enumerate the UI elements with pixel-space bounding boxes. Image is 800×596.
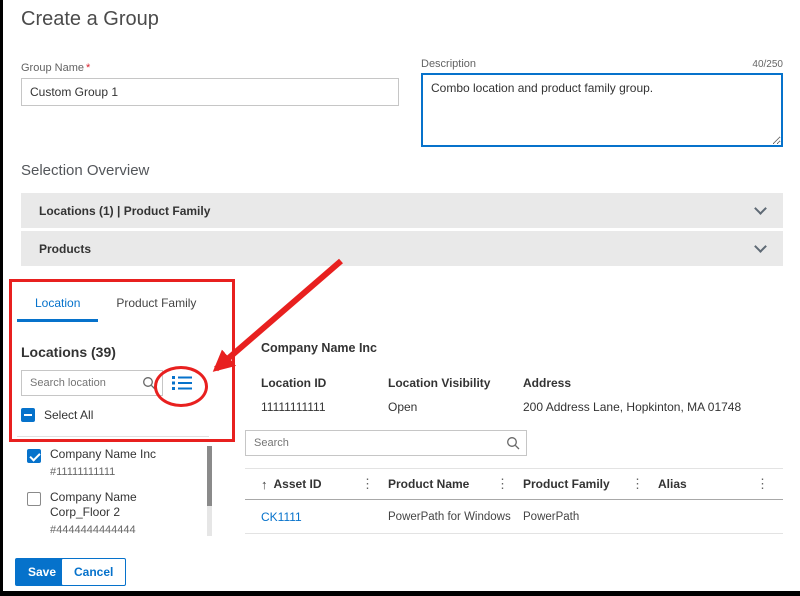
- detail-label: Location Visibility: [388, 376, 503, 390]
- kebab-menu-icon[interactable]: ⋮: [496, 476, 509, 492]
- required-asterisk: *: [86, 62, 90, 74]
- kebab-menu-icon[interactable]: ⋮: [631, 476, 644, 492]
- item-checkbox[interactable]: [27, 449, 41, 463]
- accordion-products-label: Products: [39, 242, 91, 256]
- sort-ascending-icon[interactable]: ↑: [261, 477, 268, 492]
- group-name-label: Group Name*: [21, 62, 399, 74]
- asset-id-link[interactable]: CK1111: [261, 510, 302, 524]
- detail-fields: Location ID 11111111111 Location Visibil…: [261, 376, 761, 414]
- asset-search-input[interactable]: [245, 430, 527, 456]
- item-name: Company Name Corp_Floor 2: [50, 490, 188, 521]
- detail-value: 11111111111: [261, 400, 368, 414]
- accordion-locations[interactable]: Locations (1) | Product Family: [21, 193, 783, 228]
- tab-location[interactable]: Location: [17, 288, 98, 322]
- column-label: Product Name: [388, 477, 469, 491]
- select-all-row[interactable]: Select All: [21, 408, 93, 422]
- list-view-button[interactable]: [167, 372, 197, 396]
- accordion-locations-label: Locations (1) | Product Family: [39, 204, 210, 218]
- search-icon: [506, 436, 520, 450]
- select-all-label: Select All: [44, 408, 93, 422]
- group-name-input[interactable]: [21, 78, 399, 106]
- location-list-item[interactable]: Company Name Corp_Floor 2 #4444444444444: [17, 487, 203, 536]
- item-id: #11111111111: [50, 466, 188, 478]
- column-label: Asset ID: [274, 477, 322, 491]
- table-row: CK1111 PowerPath for Windows PowerPath: [245, 500, 783, 534]
- description-label: Description: [421, 58, 476, 70]
- kebab-menu-icon[interactable]: ⋮: [756, 476, 769, 492]
- char-counter: 40/250: [752, 59, 783, 70]
- product-family-cell: PowerPath: [523, 511, 658, 523]
- location-search: [21, 370, 163, 396]
- assets-table: ↑ Asset ID ⋮ Product Name ⋮ Product Fami…: [245, 468, 783, 534]
- locations-heading: Locations (39): [21, 344, 116, 360]
- group-name-field: Group Name*: [21, 62, 399, 106]
- detail-label: Address: [523, 376, 741, 390]
- product-name-cell: PowerPath for Windows: [388, 511, 523, 523]
- detail-value: 200 Address Lane, Hopkinton, MA 01748: [523, 400, 741, 414]
- chevron-down-icon[interactable]: [754, 202, 767, 215]
- page-title: Create a Group: [21, 8, 159, 31]
- chevron-down-icon[interactable]: [754, 240, 767, 253]
- detail-field-address: Address 200 Address Lane, Hopkinton, MA …: [523, 376, 761, 414]
- kebab-menu-icon[interactable]: ⋮: [361, 476, 374, 492]
- picker-tabs: Location Product Family: [17, 288, 214, 322]
- detail-field-location-visibility: Location Visibility Open: [388, 376, 523, 414]
- tab-product-family[interactable]: Product Family: [98, 288, 214, 322]
- table-header: ↑ Asset ID ⋮ Product Name ⋮ Product Fami…: [245, 468, 783, 500]
- column-header-product-name[interactable]: Product Name ⋮: [388, 476, 523, 492]
- description-field: Description 40/250 Combo location and pr…: [421, 58, 783, 152]
- description-textarea[interactable]: Combo location and product family group.: [421, 73, 783, 147]
- detail-field-location-id: Location ID 11111111111: [261, 376, 388, 414]
- group-name-label-text: Group Name: [21, 62, 84, 74]
- list-view-icon: [172, 375, 192, 394]
- item-checkbox[interactable]: [27, 492, 41, 506]
- list-scrollbar[interactable]: [207, 446, 212, 536]
- scrollbar-thumb[interactable]: [207, 446, 212, 506]
- item-name: Company Name Inc: [50, 447, 188, 463]
- cancel-button[interactable]: Cancel: [61, 558, 126, 586]
- column-header-product-family[interactable]: Product Family ⋮: [523, 476, 658, 492]
- list-divider: [17, 436, 209, 437]
- column-header-asset-id[interactable]: ↑ Asset ID ⋮: [245, 476, 388, 492]
- selection-overview-title: Selection Overview: [21, 162, 149, 179]
- item-id: #4444444444444: [50, 524, 188, 536]
- column-label: Alias: [658, 477, 687, 491]
- detail-value: Open: [388, 400, 503, 414]
- column-label: Product Family: [523, 477, 610, 491]
- search-icon: [142, 376, 156, 390]
- select-all-checkbox[interactable]: [21, 408, 35, 422]
- asset-search: [245, 430, 527, 456]
- column-header-alias[interactable]: Alias ⋮: [658, 476, 783, 492]
- detail-label: Location ID: [261, 376, 368, 390]
- create-group-page: Create a Group Group Name* Description 4…: [0, 0, 800, 596]
- locations-list: Company Name Inc #11111111111 Company Na…: [17, 444, 203, 538]
- accordion-products[interactable]: Products: [21, 231, 783, 266]
- location-list-item[interactable]: Company Name Inc #11111111111: [17, 444, 203, 478]
- company-name: Company Name Inc: [261, 341, 377, 355]
